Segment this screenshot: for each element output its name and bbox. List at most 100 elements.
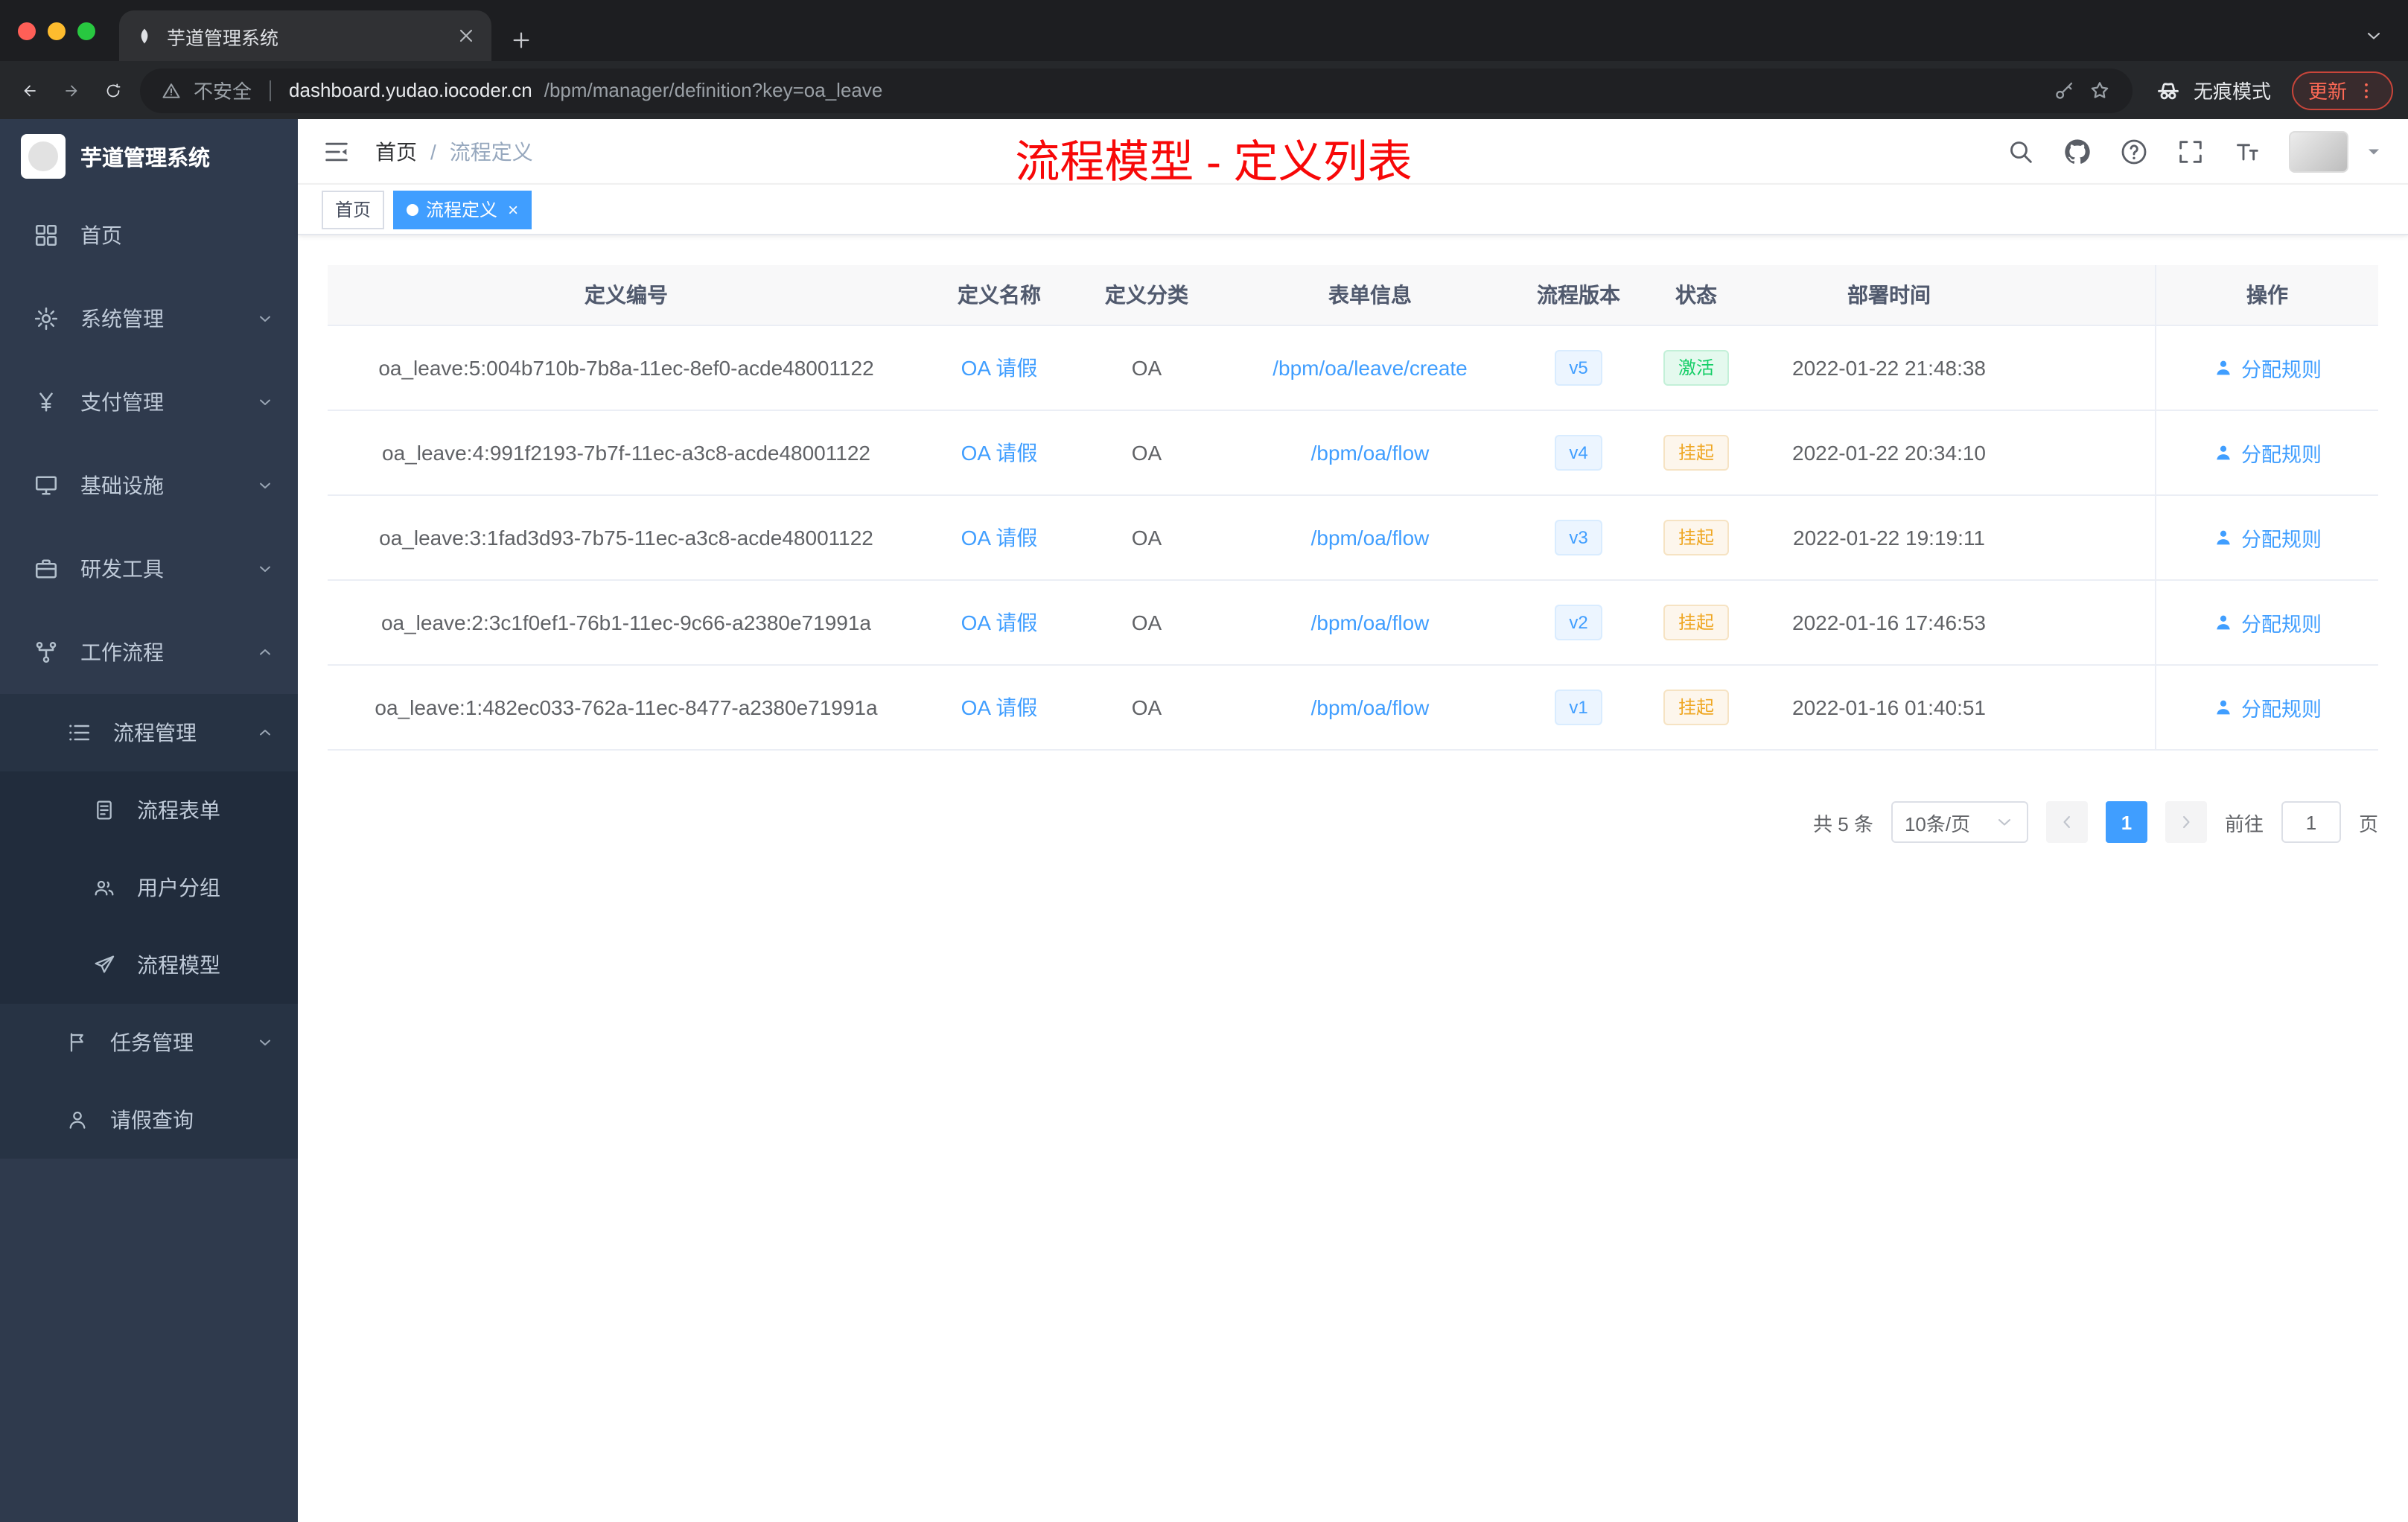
assign-rule-link[interactable]: 分配规则 [2213, 438, 2322, 468]
version-badge: v4 [1554, 435, 1603, 471]
tag-home[interactable]: 首页 [322, 190, 385, 229]
version-badge: v2 [1554, 605, 1603, 640]
sidebar-item-label: 用户分组 [137, 876, 220, 899]
minimize-window-button[interactable] [48, 22, 66, 39]
person-icon [69, 1111, 86, 1129]
definition-name-link[interactable]: OA 请假 [961, 608, 1038, 637]
red-annotation-text: 流程模型 - 定义列表 [1015, 138, 1412, 188]
goto-page-input[interactable] [2281, 801, 2341, 843]
definition-name-link[interactable]: OA 请假 [961, 523, 1038, 553]
sidebar-item-payment[interactable]: 支付管理 [0, 360, 298, 444]
sidebar-item-label: 基础设施 [80, 474, 164, 497]
definition-id: oa_leave:4:991f2193-7b7f-11ec-a3c8-acde4… [382, 441, 870, 465]
bookmark-star-icon[interactable] [2088, 78, 2112, 102]
sidebar-item-dev-tools[interactable]: 研发工具 [0, 527, 298, 611]
deploy-time: 2022-01-22 19:19:11 [1793, 526, 1985, 550]
sidebar-item-user-group[interactable]: 用户分组 [0, 849, 298, 926]
form-info-link[interactable]: /bpm/oa/flow [1311, 526, 1430, 550]
tab-search-chevron-icon[interactable] [2363, 25, 2384, 46]
breadcrumb-current: 流程定义 [449, 139, 533, 163]
forward-icon[interactable] [57, 75, 86, 105]
navbar-actions [2006, 130, 2384, 172]
browser-toolbar: 不安全 dashboard.yudao.iocoder.cn/bpm/manag… [0, 61, 2408, 119]
assign-rule-link[interactable]: 分配规则 [2213, 523, 2322, 553]
sidebar-item-label: 流程表单 [137, 798, 220, 822]
incognito-label: 无痕模式 [2193, 80, 2271, 103]
close-window-button[interactable] [18, 22, 36, 39]
browser-tab[interactable]: 芋道管理系统 [119, 10, 491, 61]
table-row: oa_leave:5:004b710b-7b8a-11ec-8ef0-acde4… [328, 326, 2378, 411]
deploy-time: 2022-01-16 01:40:51 [1792, 695, 1986, 719]
form-info-link[interactable]: /bpm/oa/flow [1311, 611, 1430, 634]
sidebar-item-process-form[interactable]: 流程表单 [0, 771, 298, 849]
sidebar-item-label: 请假查询 [110, 1108, 194, 1132]
chevron-down-icon [1998, 819, 2010, 826]
column-header-definition-id: 定义编号 [585, 283, 668, 307]
current-page-button[interactable]: 1 [2105, 801, 2147, 843]
sidebar-item-process-model[interactable]: 流程模型 [0, 926, 298, 1004]
maximize-window-button[interactable] [77, 22, 95, 39]
table-header-spacer [2022, 265, 2155, 325]
sidebar-item-label: 流程管理 [113, 721, 197, 745]
new-tab-icon[interactable] [509, 28, 533, 52]
fullscreen-icon[interactable] [2176, 136, 2205, 166]
back-icon[interactable] [15, 75, 45, 105]
font-size-icon[interactable] [2232, 136, 2262, 166]
caret-down-icon[interactable] [2363, 141, 2384, 162]
page-size-select[interactable]: 10条/页 [1891, 801, 2028, 843]
not-secure-warning-icon [162, 83, 180, 98]
help-question-icon[interactable] [2119, 136, 2149, 166]
sidebar-item-system[interactable]: 系统管理 [0, 277, 298, 360]
sidebar-item-workflow[interactable]: 工作流程 [0, 611, 298, 694]
chevron-down-icon [260, 566, 270, 572]
tag-process-definition[interactable]: 流程定义 × [393, 190, 532, 229]
app-logo [21, 134, 66, 179]
pagination: 共 5 条 10条/页 1 前往 页 [328, 801, 2378, 843]
github-icon[interactable] [2063, 136, 2092, 166]
assign-rule-link[interactable]: 分配规则 [2213, 692, 2322, 722]
form-info-link[interactable]: /bpm/oa/flow [1311, 441, 1430, 465]
column-header-process-version: 流程版本 [1537, 283, 1620, 307]
sidebar-item-infrastructure[interactable]: 基础设施 [0, 444, 298, 527]
column-header-form-info: 表单信息 [1328, 283, 1412, 307]
definition-name-link[interactable]: OA 请假 [961, 692, 1038, 722]
table-row: oa_leave:1:482ec033-762a-11ec-8477-a2380… [328, 666, 2378, 751]
sidebar-item-label: 首页 [80, 223, 122, 247]
breadcrumb-home[interactable]: 首页 [375, 136, 417, 166]
tag-label: 首页 [335, 200, 372, 220]
sidebar-item-leave-query[interactable]: 请假查询 [0, 1081, 298, 1159]
hamburger-icon[interactable] [322, 136, 351, 166]
definition-name-link[interactable]: OA 请假 [961, 353, 1038, 383]
reload-icon[interactable] [98, 75, 128, 105]
form-info-link[interactable]: /bpm/oa/leave/create [1273, 356, 1468, 380]
prev-page-button[interactable] [2045, 801, 2088, 843]
definition-id: oa_leave:2:3c1f0ef1-76b1-11ec-9c66-a2380… [380, 611, 871, 634]
definition-name-link[interactable]: OA 请假 [961, 438, 1038, 468]
password-key-icon[interactable] [2052, 78, 2076, 102]
workflow-icon [36, 641, 57, 663]
assign-rule-link[interactable]: 分配规则 [2213, 608, 2322, 637]
assign-rule-label: 分配规则 [2241, 614, 2322, 636]
address-bar[interactable]: 不安全 dashboard.yudao.iocoder.cn/bpm/manag… [140, 68, 2133, 112]
definition-category: OA [1131, 526, 1162, 550]
search-icon[interactable] [2006, 136, 2036, 166]
tab-close-icon[interactable] [456, 25, 477, 46]
sidebar-item-task-management[interactable]: 任务管理 [0, 1004, 298, 1081]
app-navbar: 首页 / 流程定义 流程模型 - 定义列表 [298, 119, 2408, 188]
sidebar-item-home[interactable]: 首页 [0, 194, 298, 277]
user-avatar[interactable] [2289, 130, 2348, 172]
list-icon [69, 725, 90, 741]
row-spacer [2022, 496, 2155, 579]
table-body: oa_leave:5:004b710b-7b8a-11ec-8ef0-acde4… [328, 326, 2378, 751]
form-info-link[interactable]: /bpm/oa/flow [1311, 695, 1430, 719]
status-badge: 挂起 [1663, 605, 1729, 640]
next-page-button[interactable] [2165, 801, 2207, 843]
browser-update-button[interactable]: 更新 [2291, 71, 2393, 109]
definition-table: 定义编号 定义名称 定义分类 表单信息 流程版本 状态 部署时间 操作 oa_l… [328, 265, 2378, 751]
person-icon [2217, 615, 2230, 630]
sidebar-item-process-management[interactable]: 流程管理 [0, 694, 298, 771]
menu-dots-icon[interactable] [2356, 80, 2377, 101]
assign-rule-link[interactable]: 分配规则 [2213, 353, 2322, 383]
sidebar-header: 芋道管理系统 [0, 119, 298, 194]
tag-close-icon[interactable]: × [508, 200, 518, 218]
